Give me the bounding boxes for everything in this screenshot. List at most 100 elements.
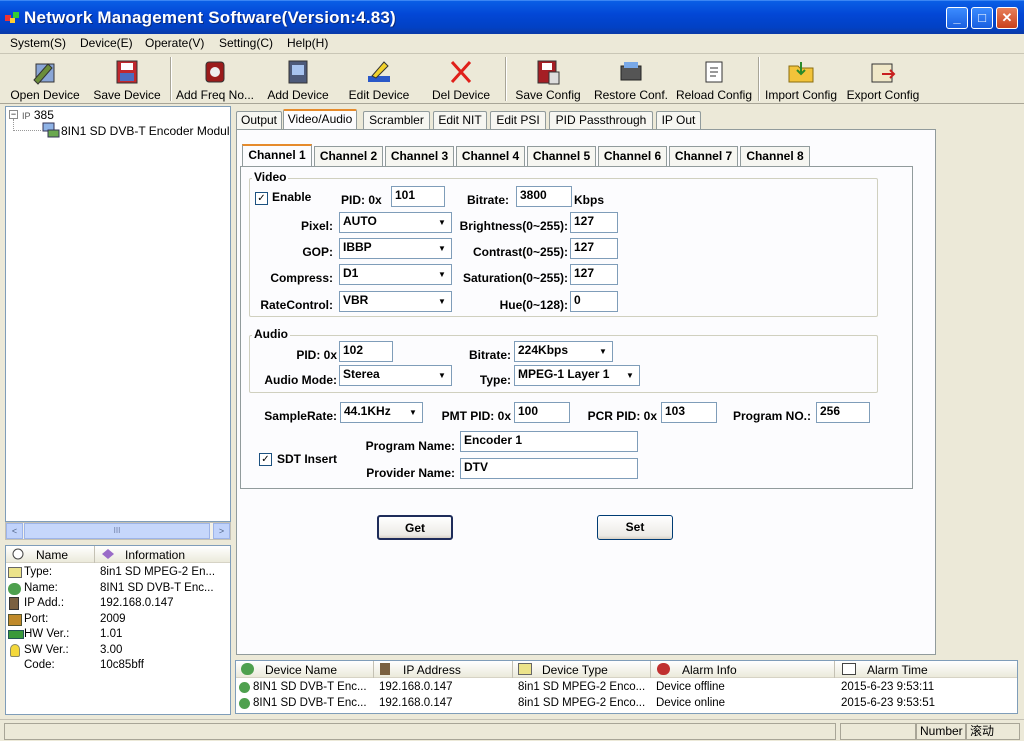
close-button[interactable]: ✕ (996, 7, 1018, 29)
menu-device[interactable]: Device(E) (80, 36, 133, 50)
device-type-icon (518, 663, 532, 675)
open-device-button[interactable]: Open Device (8, 56, 82, 102)
video-bitrate-input[interactable]: 3800 (516, 186, 572, 207)
pixel-select[interactable]: AUTO ▼ (339, 212, 452, 233)
pmt-pid-input[interactable]: 100 (514, 402, 570, 423)
tab-edit-psi[interactable]: Edit PSI (490, 111, 546, 130)
lightbulb-icon (10, 644, 20, 657)
tab-pid-passthrough[interactable]: PID Passthrough (549, 111, 653, 130)
info-header-name[interactable]: Name (36, 548, 68, 562)
export-config-icon (871, 63, 896, 83)
tree-child-node[interactable]: 8IN1 SD DVB-T Encoder Modula (61, 124, 230, 138)
tab-output[interactable]: Output (236, 111, 282, 130)
ratecontrol-select[interactable]: VBR ▼ (339, 291, 452, 312)
menu-system[interactable]: System(S) (10, 36, 66, 50)
toolbar-separator (758, 57, 760, 101)
status-panel-main (4, 723, 836, 740)
audio-group-title: Audio (252, 327, 290, 341)
saturation-input[interactable]: 127 (570, 264, 618, 285)
sdt-insert-checkbox[interactable]: ✓ (259, 453, 272, 466)
alarm-header-alarm-time[interactable]: Alarm Time (867, 663, 928, 677)
audio-bitrate-select[interactable]: 224Kbps ▼ (514, 341, 613, 362)
minimize-button[interactable]: _ (946, 7, 968, 29)
type-icon (8, 567, 22, 578)
brightness-label: Brightness(0~255): (459, 219, 568, 233)
tree-line (13, 130, 41, 131)
info-header-information[interactable]: Information (125, 548, 185, 562)
tab-edit-nit[interactable]: Edit NIT (433, 111, 487, 130)
tab-channel-7[interactable]: Channel 7 (669, 146, 738, 166)
restore-conf-button[interactable]: Restore Conf. (590, 56, 672, 102)
menu-operate[interactable]: Operate(V) (145, 36, 204, 50)
edit-device-button[interactable]: Edit Device (344, 56, 414, 102)
tab-scrambler[interactable]: Scrambler (363, 111, 430, 130)
status-bar: Number 滚动 (0, 719, 1024, 741)
pcr-pid-input[interactable]: 103 (661, 402, 717, 423)
add-freq-button[interactable]: Add Freq No... (174, 56, 256, 102)
table-row[interactable]: 8IN1 SD DVB-T Enc... 192.168.0.147 8in1 … (236, 681, 1017, 696)
samplerate-select[interactable]: 44.1KHz ▼ (340, 402, 423, 423)
gop-select[interactable]: IBBP ▼ (339, 238, 452, 259)
scroll-right-button[interactable]: > (213, 523, 230, 539)
menu-setting[interactable]: Setting(C) (219, 36, 273, 50)
tab-video-audio[interactable]: Video/Audio (283, 109, 357, 130)
gop-value: IBBP (343, 240, 372, 254)
alarm-header-ip-address[interactable]: IP Address (403, 663, 461, 677)
get-button[interactable]: Get (377, 515, 453, 540)
save-device-button[interactable]: Save Device (90, 56, 164, 102)
tab-channel-8[interactable]: Channel 8 (740, 146, 810, 166)
pixel-value: AUTO (343, 214, 377, 228)
tab-channel-4[interactable]: Channel 4 (456, 146, 525, 166)
chevron-down-icon: ▼ (595, 343, 611, 360)
compress-select[interactable]: D1 ▼ (339, 264, 452, 285)
contrast-input[interactable]: 127 (570, 238, 618, 259)
table-row[interactable]: 8IN1 SD DVB-T Enc... 192.168.0.147 8in1 … (236, 697, 1017, 712)
alarm-ip: 192.168.0.147 (379, 697, 453, 709)
audio-mode-select[interactable]: Sterea ▼ (339, 365, 452, 386)
device-status-icon (239, 682, 250, 693)
alarm-header-device-type[interactable]: Device Type (542, 663, 608, 677)
save-config-button[interactable]: Save Config (512, 56, 584, 102)
program-name-input[interactable]: Encoder 1 (460, 431, 638, 452)
del-device-button[interactable]: Del Device (428, 56, 494, 102)
alarm-device-type: 8in1 SD MPEG-2 Enco... (518, 697, 646, 709)
reload-config-button[interactable]: Reload Config (674, 56, 754, 102)
alarm-ip: 192.168.0.147 (379, 681, 453, 693)
alarm-list: Device Name IP Address Device Type Alarm… (235, 660, 1018, 714)
samplerate-label: SampleRate: (264, 409, 337, 423)
program-no-input[interactable]: 256 (816, 402, 870, 423)
tab-channel-3[interactable]: Channel 3 (385, 146, 454, 166)
import-config-button[interactable]: Import Config (762, 56, 840, 102)
video-pid-input[interactable]: 101 (391, 186, 445, 207)
set-button[interactable]: Set (597, 515, 673, 540)
pixel-label: Pixel: (300, 219, 333, 233)
tree-root-node[interactable]: IP 385 (22, 108, 54, 122)
toolbar-separator (170, 57, 172, 101)
provider-name-input[interactable]: DTV (460, 458, 638, 479)
tab-channel-2[interactable]: Channel 2 (314, 146, 383, 166)
scroll-thumb[interactable]: III (24, 523, 210, 539)
tab-channel-5[interactable]: Channel 5 (527, 146, 596, 166)
menu-help[interactable]: Help(H) (287, 36, 328, 50)
app-icon (5, 12, 19, 23)
tree-horizontal-scrollbar[interactable]: < III > (5, 522, 231, 540)
tree-collapse-toggle[interactable]: − (9, 110, 18, 119)
scroll-left-button[interactable]: < (6, 523, 23, 539)
export-config-button[interactable]: Export Config (844, 56, 922, 102)
status-scroll: 滚动 (966, 723, 1020, 740)
sdt-insert-label: SDT Insert (277, 452, 338, 466)
audio-type-select[interactable]: MPEG-1 Layer 1 ▼ (514, 365, 640, 386)
ratecontrol-value: VBR (343, 293, 369, 307)
maximize-button[interactable]: □ (971, 7, 993, 29)
hue-input[interactable]: 0 (570, 291, 618, 312)
video-enable-checkbox[interactable]: ✓ (255, 192, 268, 205)
add-device-button[interactable]: Add Device (262, 56, 334, 102)
brightness-input[interactable]: 127 (570, 212, 618, 233)
alarm-header-alarm-info[interactable]: Alarm Info (682, 663, 737, 677)
audio-pid-input[interactable]: 102 (339, 341, 393, 362)
import-config-icon (788, 62, 814, 83)
tab-channel-1[interactable]: Channel 1 (242, 144, 312, 166)
tab-channel-6[interactable]: Channel 6 (598, 146, 667, 166)
tab-ip-out[interactable]: IP Out (656, 111, 701, 130)
alarm-header-device-name[interactable]: Device Name (265, 663, 337, 677)
